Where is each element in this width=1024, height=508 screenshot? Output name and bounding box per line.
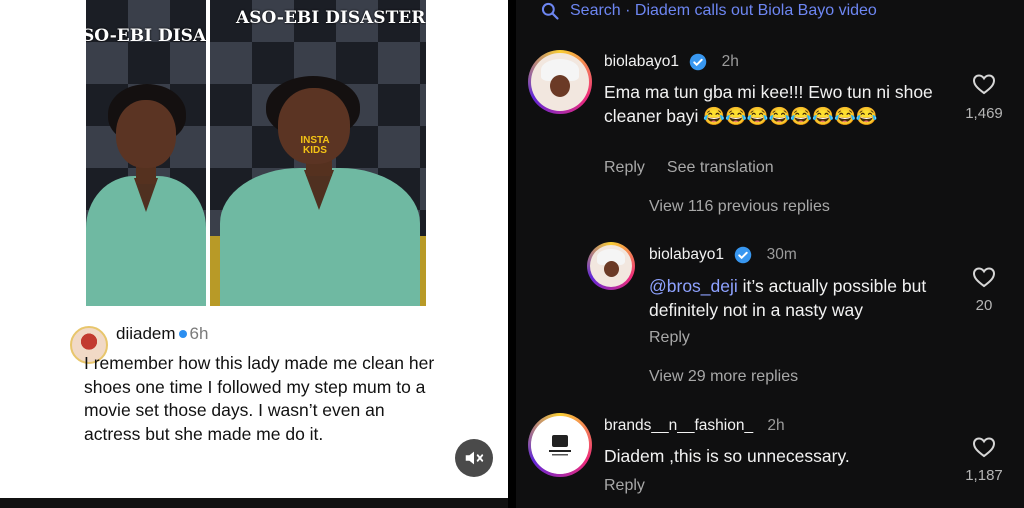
- comment-username[interactable]: brands__n__fashion_: [604, 417, 753, 434]
- panel-divider: [508, 0, 516, 508]
- comment-text: Diadem ,this is so unnecessary.: [604, 446, 850, 466]
- caption-text: I remember how this lady made me clean h…: [84, 353, 435, 444]
- caption-time: 6h: [189, 324, 209, 343]
- frame-title-left: SO-EBI DISAS: [86, 26, 206, 46]
- mute-button[interactable]: [455, 439, 493, 477]
- frame-title-right: ASO-EBI DISASTER: [236, 8, 426, 28]
- verified-dot-icon: [178, 330, 187, 338]
- woman-figure-left: [86, 66, 206, 306]
- reply-button[interactable]: Reply: [604, 477, 645, 494]
- brand-mark-icon: [549, 435, 571, 456]
- like-count: 1,187: [965, 467, 1003, 484]
- avatar[interactable]: [528, 413, 592, 477]
- video-frame-left[interactable]: SO-EBI DISAS: [86, 0, 206, 306]
- heart-icon[interactable]: [972, 436, 996, 458]
- bottom-bar: [0, 498, 512, 508]
- woman-figure-right: [220, 76, 420, 306]
- reel-panel: SO-EBI DISAS ASO-EBI DISASTER INSTA KIDS…: [0, 0, 512, 508]
- comment-time: 2h: [767, 417, 785, 434]
- caption-username[interactable]: diiadem: [116, 324, 176, 343]
- speaker-muted-icon: [465, 451, 484, 465]
- comments-panel: Search · Diadem calls out Biola Bayo vid…: [512, 0, 1024, 508]
- comment-brands-n-fashion: brands__n__fashion_ 2h Diadem ,this is s…: [512, 0, 1024, 508]
- insta-kids-sticker: INSTA KIDS: [300, 135, 330, 156]
